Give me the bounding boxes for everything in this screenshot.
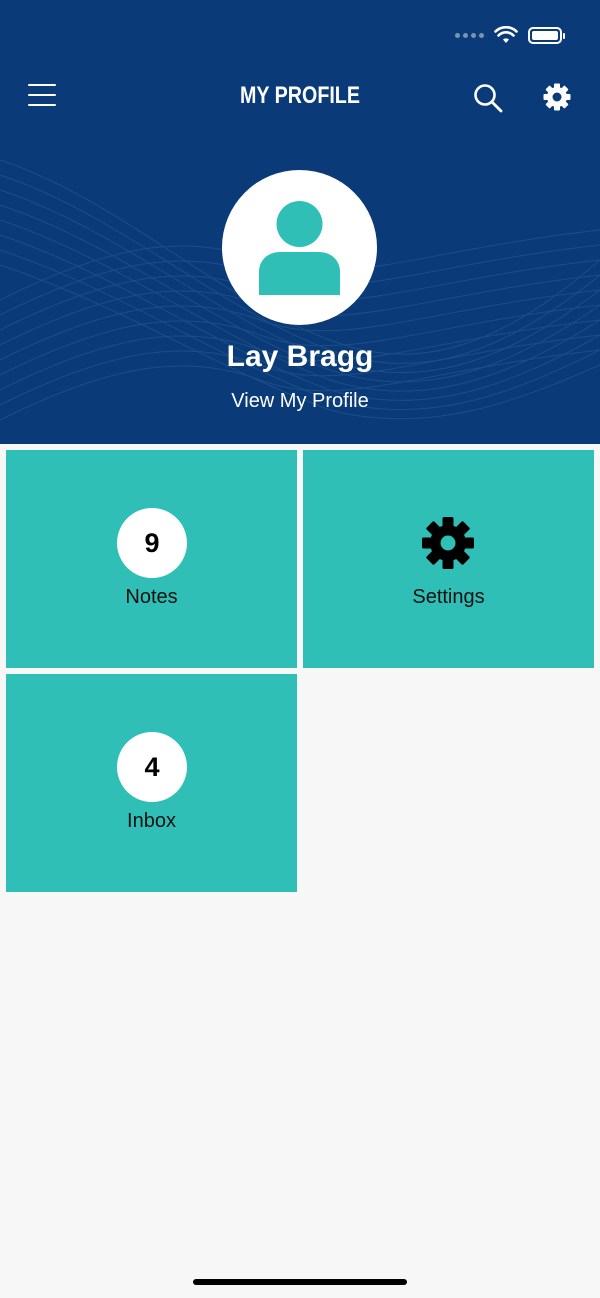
gear-icon[interactable] [542, 82, 572, 112]
status-bar [455, 20, 565, 50]
user-avatar-icon [259, 201, 340, 295]
avatar[interactable] [222, 170, 377, 325]
gear-icon [422, 517, 474, 569]
view-profile-link[interactable]: View My Profile [0, 390, 600, 413]
inbox-tile[interactable]: 4 Inbox [6, 674, 297, 892]
home-indicator [193, 1279, 407, 1285]
hamburger-menu-icon[interactable] [28, 84, 56, 108]
search-icon[interactable] [472, 82, 504, 114]
notes-label: Notes [125, 586, 178, 608]
navbar: MY PROFILE [0, 72, 600, 122]
wifi-icon [494, 26, 518, 43]
battery-icon [528, 26, 565, 44]
signal-icon [455, 32, 484, 38]
inbox-count-badge: 4 [117, 732, 187, 802]
settings-tile[interactable]: Settings [303, 450, 594, 668]
settings-label: Settings [412, 586, 485, 608]
notes-tile[interactable]: 9 Notes [6, 450, 297, 668]
profile-header: MY PROFILE Lay Bragg View My Profile [0, 0, 600, 444]
notes-count-badge: 9 [117, 508, 187, 578]
user-name: Lay Bragg [226, 340, 374, 373]
inbox-label: Inbox [127, 810, 176, 832]
